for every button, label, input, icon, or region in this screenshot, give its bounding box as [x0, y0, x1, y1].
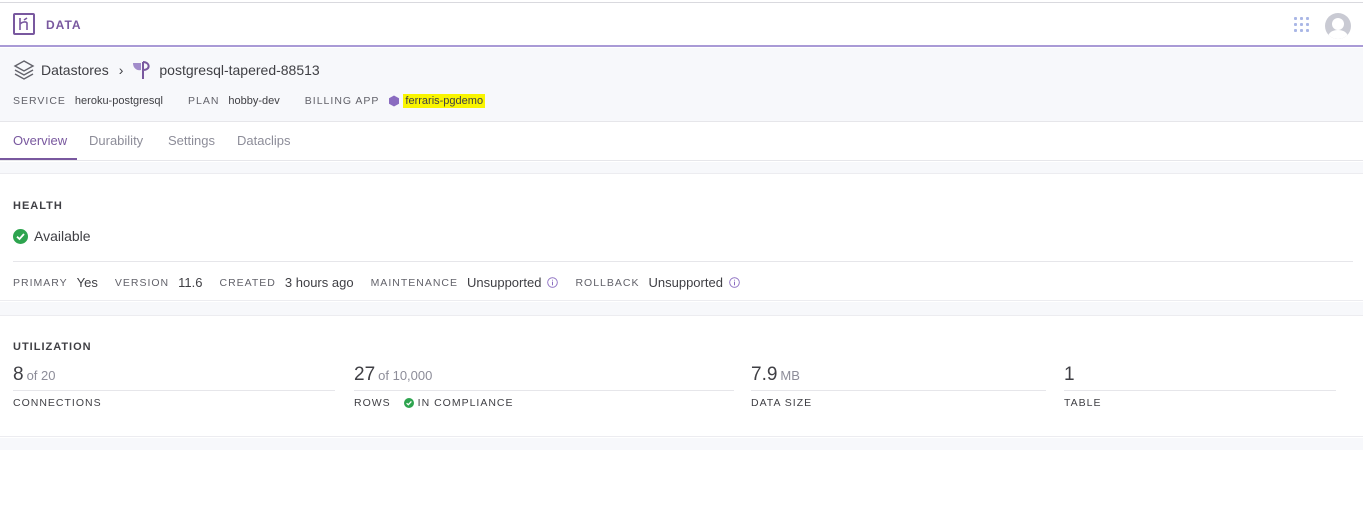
- version-label: VERSION: [114, 276, 170, 289]
- version-value: 11.6: [178, 275, 203, 290]
- datastore-name: postgresql-tapered-88513: [159, 62, 320, 78]
- primary-value: Yes: [76, 275, 98, 290]
- maintenance-label: MAINTENANCE: [370, 276, 458, 289]
- section-gap: [0, 302, 1363, 315]
- rollback-value: Unsupported: [648, 275, 723, 290]
- user-avatar-icon[interactable]: [1325, 13, 1351, 39]
- rows-metric: 27 of 10,000 ROWS IN COMPLIANCE: [354, 364, 734, 409]
- health-status-text: Available: [34, 228, 91, 244]
- connections-limit: of 20: [26, 368, 56, 383]
- data-size-metric: 7.9 MB DATA SIZE: [751, 364, 1046, 409]
- service-value: heroku-postgresql: [74, 95, 163, 107]
- datastore-meta: SERVICE heroku-postgresql PLAN hobby-dev…: [13, 94, 486, 108]
- info-icon[interactable]: [547, 277, 559, 288]
- tables-value: 1: [1064, 364, 1075, 385]
- rollback-label: ROLLBACK: [575, 276, 640, 289]
- tables-label: TABLE: [1064, 397, 1102, 409]
- utilization-title: UTILIZATION: [13, 341, 92, 353]
- section-gap: [0, 438, 1363, 450]
- health-panel: HEALTH Available PRIMARY Yes VERSION 11.…: [0, 173, 1363, 301]
- heroku-logo-icon[interactable]: [13, 13, 35, 35]
- postgres-icon: [133, 61, 150, 79]
- app-hexagon-icon: [389, 95, 400, 107]
- tab-dataclips[interactable]: Dataclips: [237, 133, 290, 148]
- section-gap: [0, 162, 1363, 173]
- brand-label[interactable]: DATA: [46, 18, 82, 32]
- tab-overview[interactable]: Overview: [13, 133, 67, 148]
- rows-label: ROWS: [354, 397, 391, 409]
- connections-metric: 8 of 20 CONNECTIONS: [13, 364, 335, 409]
- maintenance-value: Unsupported: [467, 275, 542, 290]
- tab-settings[interactable]: Settings: [168, 133, 215, 148]
- billing-app-label: BILLING APP: [304, 95, 380, 107]
- breadcrumb-datastores-link[interactable]: Datastores: [41, 62, 109, 78]
- data-size-unit: MB: [780, 368, 800, 383]
- plan-label: PLAN: [187, 95, 220, 107]
- apps-grid-icon[interactable]: [1294, 17, 1310, 33]
- utilization-panel: UTILIZATION 8 of 20 CONNECTIONS 27 of 10,0…: [0, 315, 1363, 437]
- created-value: 3 hours ago: [284, 275, 354, 290]
- datastores-stack-icon: [13, 60, 35, 80]
- connections-label: CONNECTIONS: [13, 397, 102, 409]
- rows-value: 27: [354, 364, 376, 385]
- breadcrumb: Datastores › postgresql-tapered-88513: [13, 59, 320, 81]
- plan-value: hobby-dev: [228, 95, 280, 107]
- billing-app-link[interactable]: ferraris-pgdemo: [403, 94, 486, 108]
- datastore-header: Datastores › postgresql-tapered-88513 SE…: [0, 48, 1363, 122]
- check-circle-icon: [403, 398, 414, 408]
- data-size-value: 7.9: [751, 364, 778, 385]
- health-status: Available: [13, 228, 91, 244]
- active-tab-indicator: [0, 158, 77, 160]
- tables-metric: 1 TABLE: [1064, 364, 1336, 409]
- primary-label: PRIMARY: [13, 276, 68, 289]
- service-label: SERVICE: [13, 95, 66, 107]
- info-icon[interactable]: [729, 277, 740, 288]
- check-circle-icon: [13, 228, 28, 244]
- health-title: HEALTH: [13, 200, 63, 212]
- data-size-label: DATA SIZE: [751, 397, 813, 409]
- created-label: CREATED: [219, 276, 276, 289]
- top-nav-bar: DATA: [0, 2, 1363, 47]
- tab-durability[interactable]: Durability: [89, 133, 143, 148]
- chevron-right-icon: ›: [118, 62, 124, 78]
- divider: [13, 261, 1353, 262]
- tab-bar: Overview Durability Settings Dataclips: [0, 122, 1363, 161]
- compliance-status: IN COMPLIANCE: [417, 397, 514, 409]
- connections-value: 8: [13, 364, 24, 385]
- rows-limit: of 10,000: [378, 368, 433, 383]
- health-details: PRIMARY Yes VERSION 11.6 CREATED 3 hours…: [13, 275, 757, 290]
